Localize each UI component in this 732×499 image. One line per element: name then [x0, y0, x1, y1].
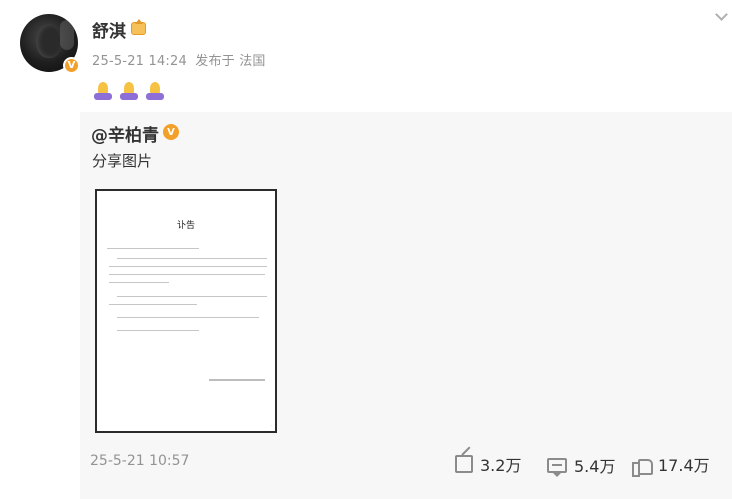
notice-text-line: [117, 330, 199, 331]
notice-text-line: [117, 317, 259, 318]
image-watermark: ·: [270, 423, 272, 429]
emoji-row: [93, 82, 165, 100]
avatar-highlight: [60, 20, 74, 50]
verified-badge-icon: V: [63, 57, 80, 74]
crown-icon: [131, 19, 146, 35]
like-button[interactable]: 17.4万: [632, 452, 710, 477]
reposted-content[interactable]: @辛柏青 V 分享图片 讣告 · 25-5-21 10:57 3.2万 5.4万: [80, 112, 732, 499]
like-icon: [632, 456, 653, 477]
pray-icon: [145, 82, 165, 100]
repost-verified-icon: V: [163, 124, 179, 140]
pray-icon: [119, 82, 139, 100]
share-count: 3.2万: [480, 456, 522, 475]
weibo-post: V 舒淇 25-5-21 14:24 发布于 法国 @辛柏青 V 分享图片 讣告…: [0, 0, 732, 499]
obituary-image[interactable]: 讣告 ·: [95, 189, 277, 433]
share-icon: [455, 455, 473, 473]
notice-text-line: [109, 274, 265, 275]
repost-text: 分享图片: [92, 152, 153, 170]
notice-signature-line: [209, 379, 265, 381]
comment-icon: [547, 457, 567, 477]
post-source: 发布于 法国: [195, 54, 266, 69]
comment-button[interactable]: 5.4万: [547, 453, 615, 477]
notice-text-line: [117, 258, 267, 259]
more-options-icon[interactable]: [714, 12, 728, 20]
post-time[interactable]: 25-5-21 14:24: [92, 54, 187, 69]
share-button[interactable]: 3.2万: [455, 452, 521, 476]
post-meta: 25-5-21 14:24 发布于 法国: [92, 50, 270, 69]
notice-text-line: [109, 304, 197, 305]
repost-author[interactable]: @辛柏青: [91, 121, 159, 146]
obituary-title: 讣告: [176, 221, 195, 231]
notice-text-line: [109, 282, 169, 283]
like-count: 17.4万: [658, 456, 710, 475]
author-name[interactable]: 舒淇: [92, 17, 126, 42]
notice-text-line: [117, 296, 267, 297]
repost-time[interactable]: 25-5-21 10:57: [90, 453, 189, 469]
avatar-face: [36, 24, 62, 58]
comment-count: 5.4万: [574, 457, 616, 476]
pray-icon: [93, 82, 113, 100]
notice-text-line: [107, 248, 199, 249]
notice-text-line: [109, 266, 267, 267]
